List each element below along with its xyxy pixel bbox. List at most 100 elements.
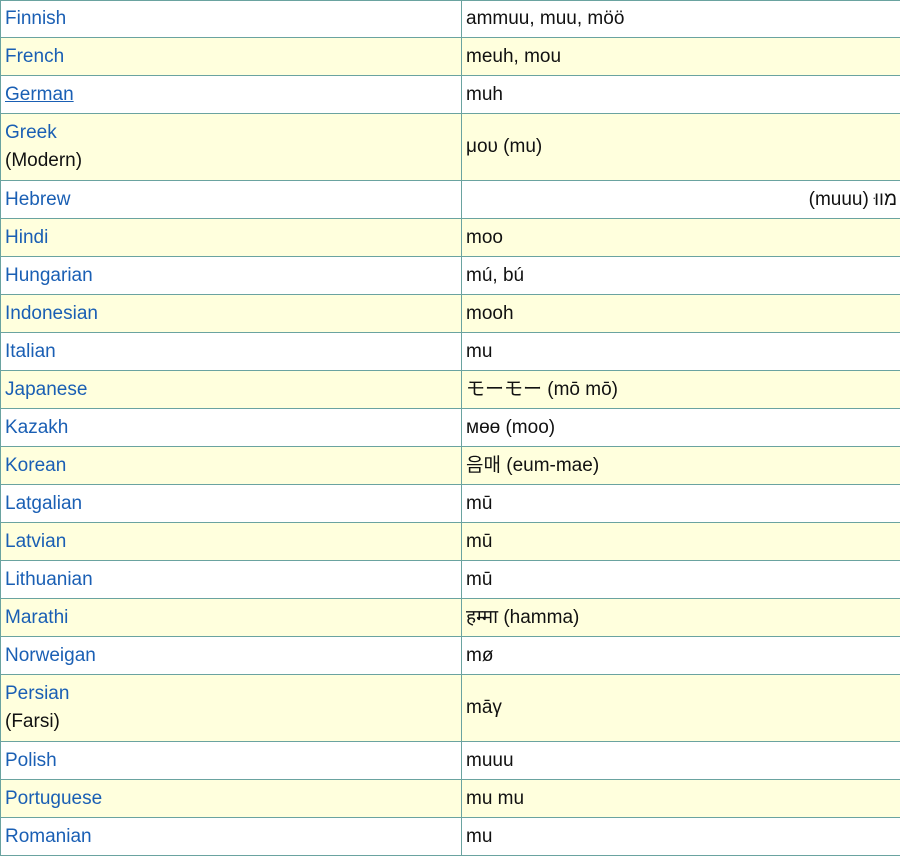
sound-cell: モーモー (mō mō) [462, 371, 900, 409]
table-row: Japanese モーモー (mō mō) [1, 371, 900, 409]
sound-text: mu [466, 826, 492, 847]
table-row: Persian (Farsi) māγ [1, 675, 900, 742]
sound-cell: מווּ (muuu) [462, 181, 900, 219]
language-cell: Romanian [1, 818, 462, 856]
sound-cell: mu [462, 818, 900, 856]
language-link[interactable]: Kazakh [5, 414, 457, 442]
table-row: Greek (Modern) μου (mu) [1, 114, 900, 181]
language-cell: French [1, 38, 462, 76]
table-row: German muh [1, 76, 900, 114]
language-cell: Hebrew [1, 181, 462, 219]
sound-cell: 음매 (eum-mae) [462, 447, 900, 485]
sound-cell: muh [462, 76, 900, 114]
language-link[interactable]: Latgalian [5, 490, 457, 518]
table-row: Finnish ammuu, muu, möö [1, 1, 900, 38]
language-cell: Finnish [1, 1, 462, 38]
sound-text: moo [466, 227, 503, 248]
table-row: Hindi moo [1, 219, 900, 257]
sound-text: muh [466, 84, 503, 105]
sound-text: mū [466, 493, 492, 514]
language-link[interactable]: Portuguese [5, 785, 457, 813]
sound-text: mú, bú [466, 265, 524, 286]
table-row: Kazakh мөө (moo) [1, 409, 900, 447]
language-link[interactable]: Persian [5, 680, 457, 708]
sound-cell: muuu [462, 742, 900, 780]
language-link[interactable]: Japanese [5, 376, 457, 404]
language-link[interactable]: Hindi [5, 224, 457, 252]
language-link[interactable]: Hungarian [5, 262, 457, 290]
table-body: Finnish ammuu, muu, möö French meuh, mou… [1, 1, 900, 856]
language-cell: Hindi [1, 219, 462, 257]
language-cell: Lithuanian [1, 561, 462, 599]
sound-cell: mø [462, 637, 900, 675]
sound-text: mū [466, 569, 492, 590]
table-row: French meuh, mou [1, 38, 900, 76]
language-cell: Hungarian [1, 257, 462, 295]
language-note: (Modern) [5, 147, 457, 175]
table-row: Polish muuu [1, 742, 900, 780]
language-cell: Korean [1, 447, 462, 485]
language-link[interactable]: Norweigan [5, 642, 457, 670]
language-cell: Kazakh [1, 409, 462, 447]
table-row: Hebrew מווּ (muuu) [1, 181, 900, 219]
language-link[interactable]: Hebrew [5, 186, 457, 214]
sound-text: モーモー (mō mō) [466, 379, 618, 400]
sound-cell: mū [462, 485, 900, 523]
language-cell: Latvian [1, 523, 462, 561]
sound-text: हम्मा (hamma) [466, 607, 579, 628]
table-row: Hungarian mú, bú [1, 257, 900, 295]
language-cell: German [1, 76, 462, 114]
sound-cell: ammuu, muu, möö [462, 1, 900, 38]
language-link[interactable]: Polish [5, 747, 457, 775]
sound-text: мөө (moo) [466, 417, 555, 438]
sound-text: mu [466, 341, 492, 362]
sound-cell: हम्मा (hamma) [462, 599, 900, 637]
sound-text: meuh, mou [466, 46, 561, 67]
language-cell: Japanese [1, 371, 462, 409]
language-cell: Persian (Farsi) [1, 675, 462, 742]
table-row: Latvian mū [1, 523, 900, 561]
language-link[interactable]: Indonesian [5, 300, 457, 328]
language-link[interactable]: Marathi [5, 604, 457, 632]
language-link[interactable]: Korean [5, 452, 457, 480]
language-cell: Italian [1, 333, 462, 371]
table-row: Indonesian mooh [1, 295, 900, 333]
animal-sounds-table: Finnish ammuu, muu, möö French meuh, mou… [0, 0, 900, 856]
sound-cell: mū [462, 523, 900, 561]
language-link[interactable]: Finnish [5, 5, 457, 33]
table-row: Portuguese mu mu [1, 780, 900, 818]
sound-cell: mū [462, 561, 900, 599]
language-link[interactable]: Latvian [5, 528, 457, 556]
language-cell: Polish [1, 742, 462, 780]
language-link[interactable]: Lithuanian [5, 566, 457, 594]
sound-text: 음매 (eum-mae) [466, 455, 599, 476]
table-row: Korean 음매 (eum-mae) [1, 447, 900, 485]
language-cell: Portuguese [1, 780, 462, 818]
language-link[interactable]: Greek [5, 119, 457, 147]
sound-text: māγ [466, 697, 502, 718]
table-row: Lithuanian mū [1, 561, 900, 599]
table-row: Marathi हम्मा (hamma) [1, 599, 900, 637]
sound-text: mø [466, 645, 493, 666]
sound-cell: mú, bú [462, 257, 900, 295]
language-cell: Latgalian [1, 485, 462, 523]
sound-text: מווּ (muuu) [809, 189, 897, 210]
sound-cell: mooh [462, 295, 900, 333]
language-note: (Farsi) [5, 708, 457, 736]
sound-text: mū [466, 531, 492, 552]
language-cell: Indonesian [1, 295, 462, 333]
table-row: Norweigan mø [1, 637, 900, 675]
sound-cell: мөө (moo) [462, 409, 900, 447]
sound-text: mooh [466, 303, 514, 324]
sound-text: ammuu, muu, möö [466, 8, 624, 29]
language-cell: Norweigan [1, 637, 462, 675]
table-row: Italian mu [1, 333, 900, 371]
language-link[interactable]: French [5, 43, 457, 71]
sound-cell: māγ [462, 675, 900, 742]
language-link[interactable]: Romanian [5, 823, 457, 851]
language-link[interactable]: Italian [5, 338, 457, 366]
sound-cell: moo [462, 219, 900, 257]
table-row: Romanian mu [1, 818, 900, 856]
language-link[interactable]: German [5, 81, 457, 109]
language-cell: Marathi [1, 599, 462, 637]
